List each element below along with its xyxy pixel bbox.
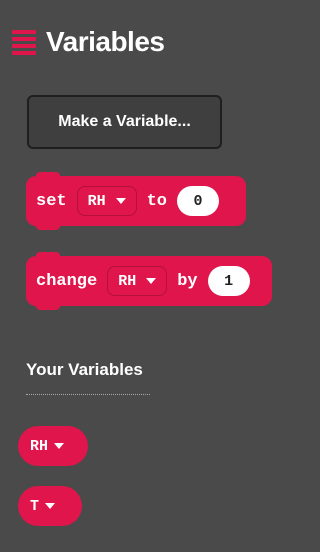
variable-name: RH	[30, 437, 49, 455]
page-title: Variables	[46, 26, 165, 57]
chevron-down-icon	[146, 278, 157, 284]
block-label-by: by	[177, 271, 198, 291]
block-label-change: change	[36, 271, 98, 291]
menu-bar	[12, 37, 36, 41]
menu-bar	[12, 30, 36, 34]
chevron-down-icon	[115, 198, 126, 204]
variable-chip-rh[interactable]: RH	[18, 426, 88, 466]
change-value-input[interactable]: 1	[207, 266, 250, 296]
variable-name: T	[30, 497, 40, 515]
chevron-down-icon	[45, 503, 56, 509]
block-notch	[36, 222, 60, 230]
block-label-set: set	[36, 191, 67, 211]
menu-bar	[12, 51, 36, 55]
set-variable-name: RH	[87, 192, 106, 210]
variable-chip-t[interactable]: T	[18, 486, 82, 526]
set-variable-dropdown[interactable]: RH	[76, 186, 137, 216]
change-variable-name: RH	[118, 272, 137, 290]
change-block[interactable]: change RH by 1	[26, 252, 272, 310]
set-value-input[interactable]: 0	[177, 186, 220, 216]
hamburger-menu-icon[interactable]	[12, 30, 36, 55]
block-notch	[36, 302, 60, 310]
your-variables-heading: Your Variables	[26, 360, 143, 379]
header: Variables	[12, 25, 165, 59]
menu-bar	[12, 44, 36, 48]
make-variable-button[interactable]: Make a Variable...	[27, 95, 222, 149]
chevron-down-icon	[54, 443, 65, 449]
set-block[interactable]: set RH to 0	[26, 172, 246, 230]
divider	[26, 394, 150, 395]
change-variable-dropdown[interactable]: RH	[107, 266, 168, 296]
block-label-to: to	[146, 191, 168, 211]
